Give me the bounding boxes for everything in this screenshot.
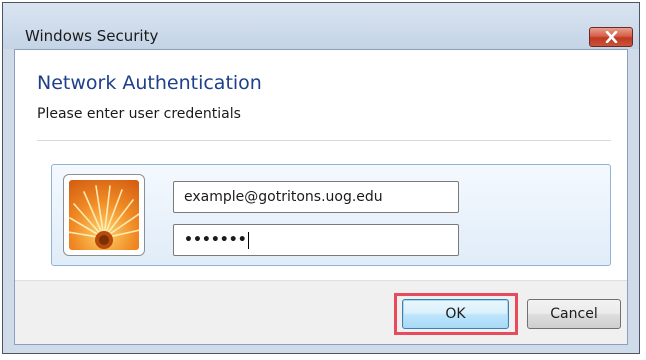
text-caret [247, 231, 249, 249]
username-field[interactable]: example@gotritons.uog.edu [173, 181, 459, 213]
password-field[interactable]: ••••••• [173, 224, 459, 256]
dialog-content: Network Authentication Please enter user… [14, 49, 628, 345]
credential-tile: example@gotritons.uog.edu ••••••• [51, 164, 611, 266]
close-icon [605, 31, 618, 43]
title-bar[interactable]: Windows Security [3, 3, 639, 49]
username-value: example@gotritons.uog.edu [184, 189, 383, 205]
window-title: Windows Security [25, 27, 159, 45]
windows-security-dialog: Windows Security Network Authentication … [2, 2, 640, 354]
close-button[interactable] [589, 27, 633, 47]
ok-button[interactable]: OK [402, 299, 509, 329]
password-value: ••••••• [184, 232, 247, 248]
avatar [63, 174, 145, 256]
dialog-heading: Network Authentication [37, 72, 262, 94]
user-tile-flower-icon [69, 180, 139, 250]
dialog-subheading: Please enter user credentials [37, 106, 241, 122]
divider [37, 140, 611, 141]
cancel-button[interactable]: Cancel [527, 299, 621, 329]
button-bar: OK Cancel [15, 280, 627, 344]
